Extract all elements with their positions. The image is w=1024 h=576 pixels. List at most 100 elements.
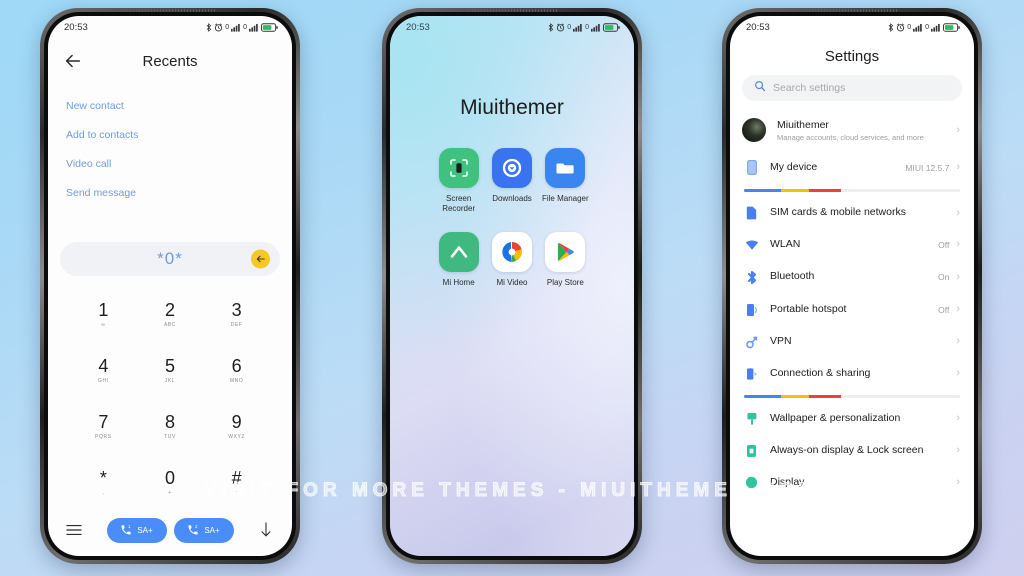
call-button-label: SA+ xyxy=(204,525,220,535)
arrow-left-icon[interactable] xyxy=(62,50,84,72)
divider-segment-yellow xyxy=(780,189,809,192)
color-divider xyxy=(744,189,960,192)
sharing-icon xyxy=(744,367,759,381)
call-button-sim1[interactable]: 1 SA+ xyxy=(106,517,167,543)
app-file-manager[interactable]: File Manager xyxy=(539,148,592,214)
status-icons: 0 0 xyxy=(206,22,278,32)
key-digit: 8 xyxy=(164,411,175,432)
app-label: Screen Recorder xyxy=(442,194,476,213)
settings-row-account[interactable]: Miuithemer Manage accounts, cloud servic… xyxy=(730,109,974,151)
bluetooth-icon xyxy=(744,270,759,285)
action-new-contact[interactable]: New contact xyxy=(66,92,274,121)
menu-icon[interactable] xyxy=(64,520,84,540)
key-hash[interactable]: #; xyxy=(203,454,270,510)
account-text: Miuithemer Manage accounts, cloud servic… xyxy=(777,119,956,142)
key-digit: 4 xyxy=(98,355,109,376)
bluetooth-status-icon xyxy=(548,22,554,32)
backspace-icon[interactable] xyxy=(251,249,270,269)
dialer-appbar: Recents xyxy=(48,38,292,84)
bluetooth-status-icon xyxy=(888,22,894,32)
settings-row-my-device[interactable]: My device MIUI 12.5.7 › xyxy=(730,151,974,184)
svg-text:1: 1 xyxy=(128,524,131,529)
settings-row-label: Bluetooth xyxy=(770,270,815,283)
key-0[interactable]: 0 + xyxy=(137,454,204,510)
signal-bars-2-icon xyxy=(249,23,258,32)
divider-segment-red xyxy=(808,394,842,398)
app-downloads[interactable]: Downloads xyxy=(485,148,538,214)
call-buttons: 1 SA+ 2 SA+ xyxy=(106,517,234,543)
key-5[interactable]: 5 JKL xyxy=(137,342,204,398)
settings-row-bluetooth[interactable]: Bluetooth On › xyxy=(730,261,974,294)
sim2-label: 0 xyxy=(585,23,589,31)
bluetooth-status-icon xyxy=(206,22,212,32)
settings-row-always-on-display[interactable]: Always-on display & Lock screen › xyxy=(730,435,974,467)
action-video-call[interactable]: Video call xyxy=(66,150,274,179)
signal-bars-1-icon xyxy=(231,23,240,32)
settings-row-wlan[interactable]: WLAN Off › xyxy=(730,229,974,261)
chevron-right-icon: › xyxy=(956,335,960,348)
chevron-right-icon: › xyxy=(956,444,960,457)
settings-row-connection-sharing[interactable]: Connection & sharing › xyxy=(730,358,974,390)
key-letters: , xyxy=(102,489,105,496)
signal-bars-1-icon xyxy=(573,23,582,32)
search-icon xyxy=(754,79,766,97)
settings-row-portable-hotspot[interactable]: Portable hotspot Off › xyxy=(730,294,974,326)
sim1-label: 0 xyxy=(225,23,230,31)
speaker-grille-icon xyxy=(124,9,216,12)
app-screen-recorder[interactable]: Screen Recorder xyxy=(432,148,485,214)
play-store-icon xyxy=(545,232,586,272)
app-mi-home[interactable]: Mi Home xyxy=(432,232,485,288)
key-letters: ABC xyxy=(163,321,177,328)
action-add-to-contacts[interactable]: Add to contacts xyxy=(66,121,274,150)
settings-row-wallpaper[interactable]: Wallpaper & personalization › xyxy=(730,403,974,435)
key-letters: TUV xyxy=(164,433,176,440)
dialer-bottom-bar: 1 SA+ 2 SA+ xyxy=(48,510,292,556)
key-7[interactable]: 7 PQRS xyxy=(70,398,137,454)
settings-row-label: My device xyxy=(770,160,818,173)
file-manager-icon xyxy=(545,148,586,188)
settings-row-label: Always-on display & Lock screen xyxy=(770,443,924,456)
dial-input[interactable]: *0* xyxy=(60,242,280,276)
key-6[interactable]: 6 MNO xyxy=(203,342,270,398)
chevron-down-icon[interactable] xyxy=(256,520,276,540)
settings-row-label: Display xyxy=(770,475,805,488)
settings-row-value: On xyxy=(937,272,950,283)
chevron-right-icon: › xyxy=(956,475,960,488)
phone-middle: 20:53 0 0 Miuithemer Screen Recorder Dow… xyxy=(382,8,642,564)
phone-right: 20:53 0 0 Settings Search settings Miuit… xyxy=(722,8,982,564)
key-1[interactable]: 1 ∞ xyxy=(70,286,137,342)
action-send-message[interactable]: Send message xyxy=(66,179,274,208)
settings-list: Miuithemer Manage accounts, cloud servic… xyxy=(730,109,974,556)
divider-segment-red xyxy=(808,189,842,192)
search-input[interactable]: Search settings xyxy=(742,75,962,101)
key-8[interactable]: 8 TUV xyxy=(137,398,204,454)
account-name: Miuithemer xyxy=(777,118,829,131)
app-grid: Screen Recorder Downloads File Manager M… xyxy=(390,148,634,288)
key-digit: 7 xyxy=(98,411,109,432)
chevron-right-icon: › xyxy=(956,123,960,136)
status-icons: 0 0 xyxy=(548,22,620,32)
dial-field-wrap: *0* xyxy=(48,242,292,276)
alarm-status-icon xyxy=(897,22,905,31)
mi-home-icon xyxy=(438,232,479,272)
app-play-store[interactable]: Play Store xyxy=(539,232,592,288)
lockscreen-icon xyxy=(744,444,759,458)
home-title: Miuithemer xyxy=(460,96,564,119)
key-9[interactable]: 9 WXYZ xyxy=(203,398,270,454)
call-button-sim2[interactable]: 2 SA+ xyxy=(173,517,234,543)
settings-row-vpn[interactable]: VPN › xyxy=(730,326,974,358)
settings-row-sim-cards[interactable]: SIM cards & mobile networks › xyxy=(730,197,974,229)
settings-row-label: Wallpaper & personalization xyxy=(770,411,901,424)
key-2[interactable]: 2 ABC xyxy=(137,286,204,342)
dialer-action-list: New contact Add to contacts Video call S… xyxy=(48,84,292,208)
divider-segment-blue xyxy=(744,394,781,398)
app-mi-video[interactable]: Mi Video xyxy=(485,232,538,288)
settings-row-label: Connection & sharing xyxy=(770,366,871,379)
battery-icon xyxy=(943,22,960,32)
phone-icon: 1 xyxy=(121,524,131,535)
key-4[interactable]: 4 GHI xyxy=(70,342,137,398)
key-star[interactable]: *, xyxy=(70,454,137,510)
settings-row-display[interactable]: Display › xyxy=(730,467,974,499)
key-3[interactable]: 3 DEF xyxy=(203,286,270,342)
